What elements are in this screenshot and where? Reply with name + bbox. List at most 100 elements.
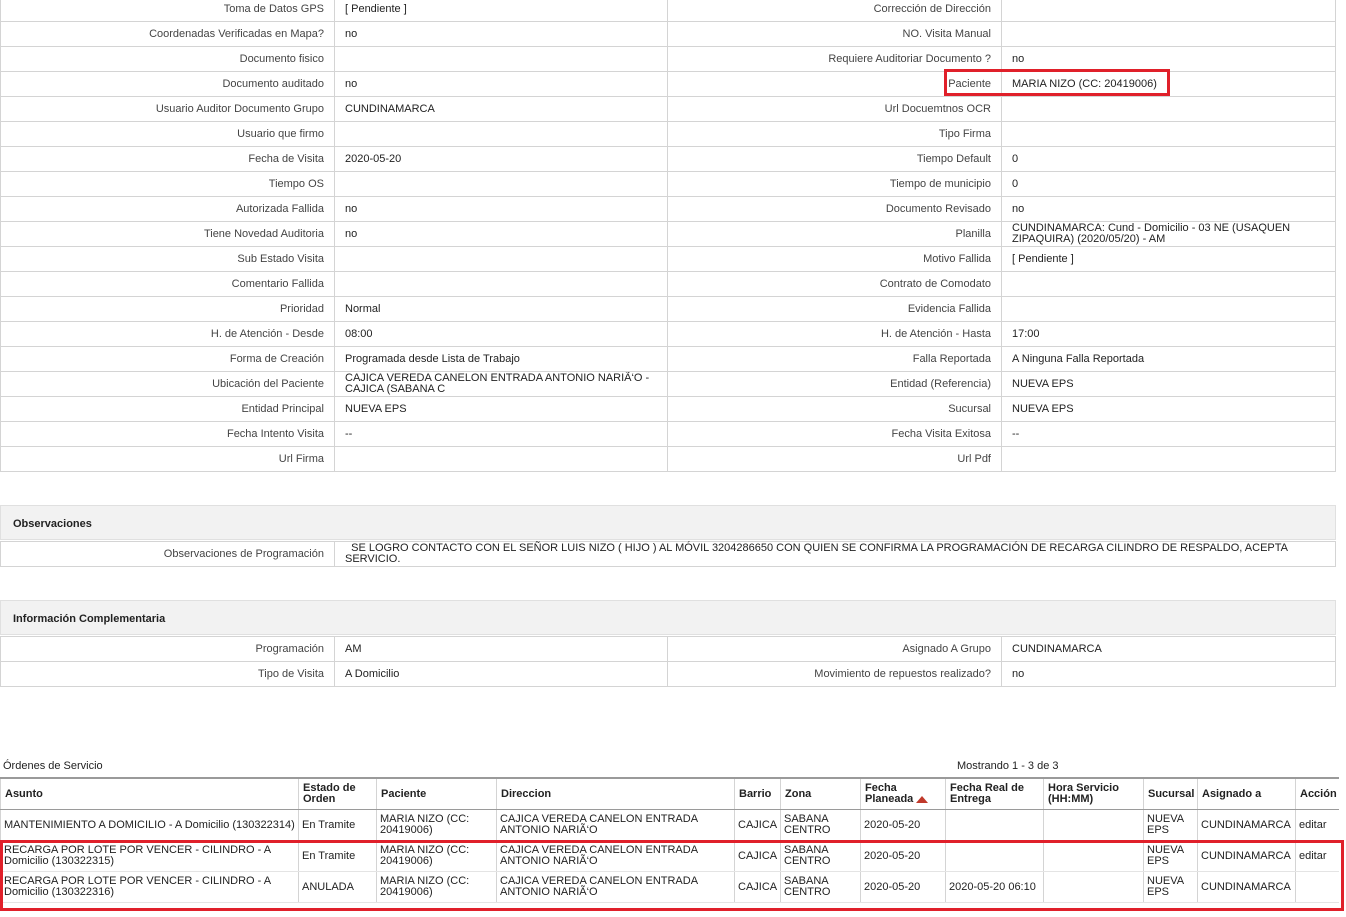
field-label-tiene-novedad-auditoria: Tiene Novedad Auditoria — [0, 221, 335, 247]
field-label-tipo-firma: Tipo Firma — [667, 121, 1002, 147]
order-cell-asunto: MANTENIMIENTO A DOMICILIO - A Domicilio … — [0, 809, 299, 841]
column-header-label: Zona — [785, 787, 812, 800]
field-label-autorizada-fallida: Autorizada Fallida — [0, 196, 335, 222]
visit-details-table: Toma de Datos GPS[ Pendiente ] Corrección… — [0, 0, 1336, 472]
edit-order-link[interactable]: editar — [1299, 850, 1327, 862]
field-label-programacion: Programación — [0, 636, 335, 662]
field-label-prioridad: Prioridad — [0, 296, 335, 322]
orders-count: Mostrando 1 - 3 de 3 — [957, 760, 1059, 772]
field-label-fecha-intento-visita: Fecha Intento Visita — [0, 421, 335, 447]
field-value-paciente: MARIA NIZO (CC: 20419006) — [1001, 71, 1336, 97]
field-row: H. de Atención - Desde 08:00 H. de Atenció… — [0, 321, 1336, 347]
field-label-falla-reportada: Falla Reportada — [667, 346, 1002, 372]
field-value-documento-fisico — [334, 46, 668, 72]
field-value-movimiento-de-repuestos-realizado: no — [1001, 661, 1336, 687]
field-row: Comentario Fallida Contrato de Comodato — [0, 271, 1336, 297]
field-label-fecha-visita-exitosa: Fecha Visita Exitosa — [667, 421, 1002, 447]
field-value-contrato-de-comodato — [1001, 271, 1336, 297]
field-row: Tiene Novedad Auditoria no Planilla CUNDIN… — [0, 221, 1336, 247]
orders-title: Órdenes de Servicio — [3, 760, 103, 772]
field-row: Usuario que firmo Tipo Firma — [0, 121, 1336, 147]
column-header-label: Estado de Orden — [303, 782, 356, 805]
column-header-fecha-planeada[interactable]: Fecha Planeada — [860, 777, 946, 810]
field-label-tipo-de-visita: Tipo de Visita — [0, 661, 335, 687]
order-cell-accion: editar — [1295, 840, 1339, 872]
column-header-zona[interactable]: Zona — [780, 777, 861, 810]
field-value-asignado-a-grupo: CUNDINAMARCA — [1001, 636, 1336, 662]
field-value-fecha-visita-exitosa: -- — [1001, 421, 1336, 447]
column-header-direccion[interactable]: Direccion — [496, 777, 735, 810]
order-cell-fecha-planeada: 2020-05-20 — [860, 871, 946, 903]
order-cell-asignado: CUNDINAMARCA — [1197, 871, 1296, 903]
field-value-entidad-principal: NUEVA EPS — [334, 396, 668, 422]
order-cell-estado: En Tramite — [298, 840, 377, 872]
field-label-motivo-fallida: Motivo Fallida — [667, 246, 1002, 272]
order-cell-fecha-real — [945, 840, 1044, 872]
column-header-barrio[interactable]: Barrio — [734, 777, 781, 810]
field-label-url-pdf: Url Pdf — [667, 446, 1002, 472]
field-value-tiene-novedad-auditoria: no — [334, 221, 668, 247]
field-label-comentario-fallida: Comentario Fallida — [0, 271, 335, 297]
order-cell-zona: SABANA CENTRO — [780, 871, 861, 903]
order-cell-zona: SABANA CENTRO — [780, 809, 861, 841]
field-value-tiempo-default: 0 — [1001, 146, 1336, 172]
order-cell-sucursal: NUEVA EPS — [1143, 809, 1198, 841]
field-value-usuario-auditor-documento-grupo: CUNDINAMARCA — [334, 96, 668, 122]
column-header-label: Hora Servicio (HH:MM) — [1048, 782, 1119, 805]
column-header-accion[interactable]: Acción — [1295, 777, 1339, 810]
orders-grid: Asunto Estado de Orden Paciente Direccion Ba… — [0, 777, 1339, 903]
order-cell-sucursal: NUEVA EPS — [1143, 840, 1198, 872]
field-value-no-visita-manual — [1001, 21, 1336, 47]
field-row: Coordenadas Verificadas en Mapa? no NO. V… — [0, 21, 1336, 47]
field-row: Autorizada Fallida no Documento Revisado … — [0, 196, 1336, 222]
field-value-url-docuemtnos-ocr — [1001, 96, 1336, 122]
field-value-evidencia-fallida — [1001, 296, 1336, 322]
field-label-documento-auditado: Documento auditado — [0, 71, 335, 97]
field-row: Documento auditado no Paciente MARIA NIZO … — [0, 71, 1336, 97]
complementaria-row: Programación AM Asignado A Grupo CUNDINAMAR… — [0, 636, 1336, 662]
field-label-tiempo-os: Tiempo OS — [0, 171, 335, 197]
order-cell-estado: En Tramite — [298, 809, 377, 841]
column-header-paciente[interactable]: Paciente — [376, 777, 497, 810]
field-label-documento-revisado: Documento Revisado — [667, 196, 1002, 222]
order-cell-hora — [1043, 809, 1144, 841]
column-header-estado-de-orden[interactable]: Estado de Orden — [298, 777, 377, 810]
observaciones-section-header: Observaciones — [0, 505, 1336, 540]
field-row: Ubicación del Paciente CAJICA VEREDA CANE… — [0, 371, 1336, 397]
column-header-label: Direccion — [501, 787, 552, 800]
field-label-sub-estado-visita: Sub Estado Visita — [0, 246, 335, 272]
column-header-hora-servicio-hh-mm[interactable]: Hora Servicio (HH:MM) — [1043, 777, 1144, 810]
field-value-programacion: AM — [334, 636, 668, 662]
column-header-fecha-real-de-entrega[interactable]: Fecha Real de Entrega — [945, 777, 1044, 810]
field-label-coordenadas-verificadas-en-mapa: Coordenadas Verificadas en Mapa? — [0, 21, 335, 47]
field-value-tiempo-os — [334, 171, 668, 197]
field-value-coordenadas-verificadas-en-mapa: no — [334, 21, 668, 47]
edit-order-link[interactable]: editar — [1299, 819, 1327, 831]
order-cell-asignado: CUNDINAMARCA — [1197, 809, 1296, 841]
field-label-ubicacion-del-paciente: Ubicación del Paciente — [0, 371, 335, 397]
field-value-tipo-de-visita: A Domicilio — [334, 661, 668, 687]
field-value-prioridad: Normal — [334, 296, 668, 322]
order-cell-estado: ANULADA — [298, 871, 377, 903]
field-label-evidencia-fallida: Evidencia Fallida — [667, 296, 1002, 322]
field-value-toma-de-datos-gps: [ Pendiente ] — [334, 0, 668, 22]
field-row: Fecha de Visita 2020-05-20 Tiempo Default… — [0, 146, 1336, 172]
column-header-asunto[interactable]: Asunto — [0, 777, 299, 810]
field-label-h-de-atencion-hasta: H. de Atención - Hasta — [667, 321, 1002, 347]
column-header-sucursal[interactable]: Sucursal — [1143, 777, 1198, 810]
field-value-entidad-referencia: NUEVA EPS — [1001, 371, 1336, 397]
order-cell-hora — [1043, 840, 1144, 872]
order-cell-asignado: CUNDINAMARCA — [1197, 840, 1296, 872]
complementaria-row: Tipo de Visita A Domicilio Movimiento de r… — [0, 661, 1336, 687]
field-value-usuario-que-firmo — [334, 121, 668, 147]
column-header-label: Asunto — [5, 787, 43, 800]
field-row: Sub Estado Visita Motivo Fallida[ Pendien… — [0, 246, 1336, 272]
column-header-asignado-a[interactable]: Asignado a — [1197, 777, 1296, 810]
field-label-usuario-que-firmo: Usuario que firmo — [0, 121, 335, 147]
observaciones-label: Observaciones de Programación — [0, 541, 335, 567]
column-header-label: Acción — [1300, 787, 1337, 800]
observaciones-row: Observaciones de Programación SE LOGRO C… — [0, 541, 1336, 567]
order-cell-fecha-real: 2020-05-20 06:10 — [945, 871, 1044, 903]
field-row: Usuario Auditor Documento Grupo CUNDINAMA… — [0, 96, 1336, 122]
field-value-motivo-fallida: [ Pendiente ] — [1001, 246, 1336, 272]
